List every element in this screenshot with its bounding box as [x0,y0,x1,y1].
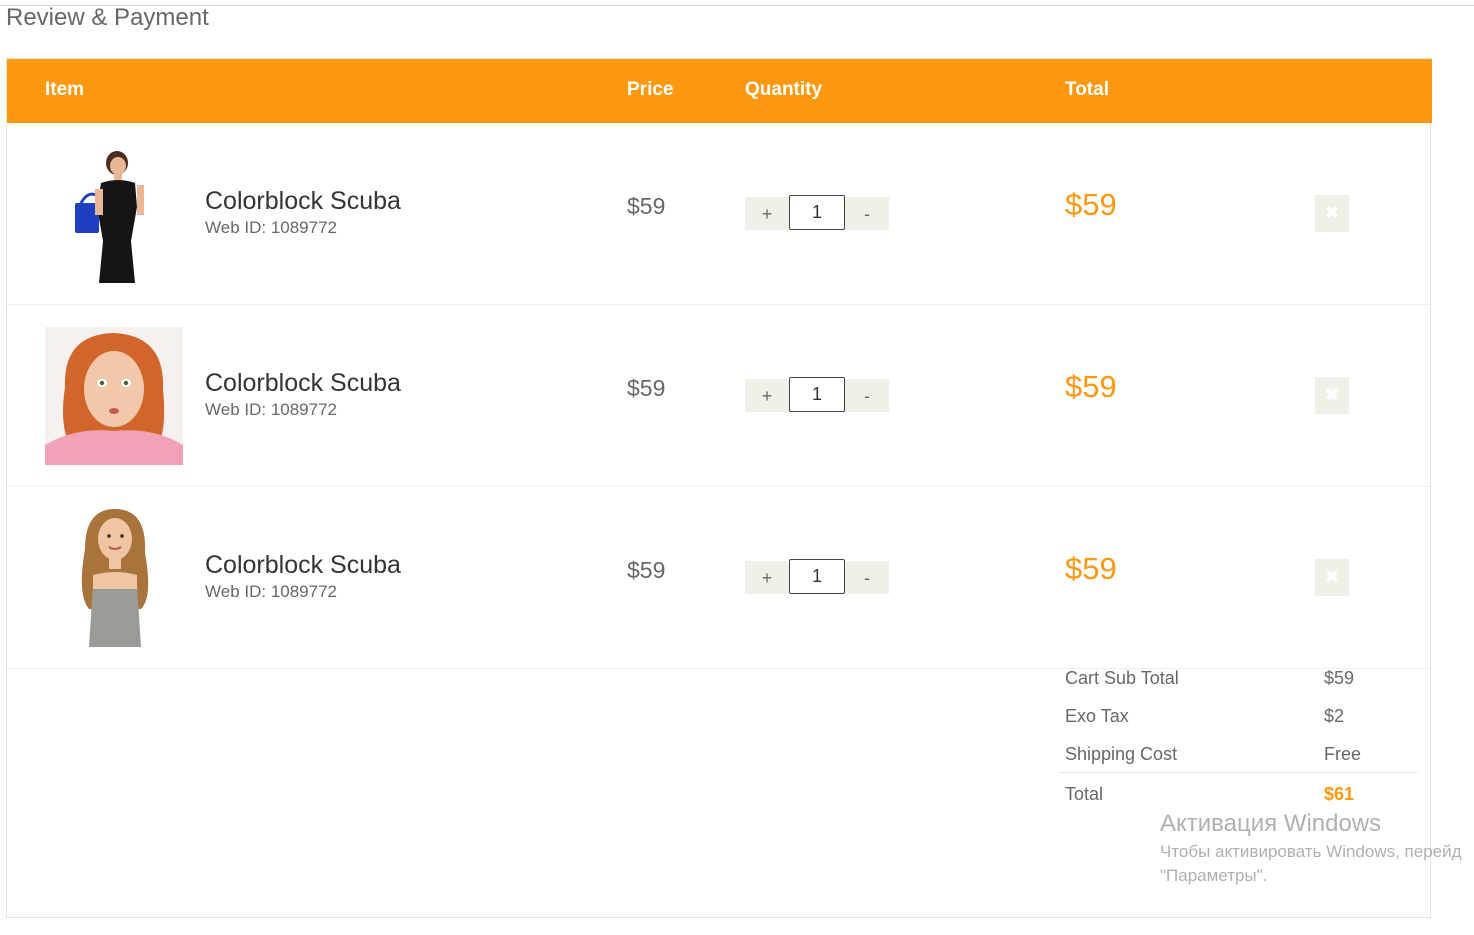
product-price: $59 [627,557,666,583]
header-item: Item [45,79,85,100]
subtotal-value: $59 [1324,668,1355,688]
cart-table: Item Price Quantity Total Colorblock Scu… [6,58,1432,918]
line-total: $59 [1065,187,1117,222]
shipping-value: Free [1324,744,1362,764]
top-divider [0,5,1474,6]
cart-header: Item Price Quantity Total [7,59,1432,123]
quantity-decrease-button[interactable]: - [845,561,889,594]
product-web-id: Web ID: 1089772 [205,582,337,601]
header-price: Price [627,79,674,100]
product-image[interactable] [45,327,183,465]
cart-row: Colorblock Scuba Web ID: 1089772 $59 + -… [7,305,1430,487]
cart-row: Colorblock Scuba Web ID: 1089772 $59 + -… [7,123,1430,305]
close-icon: ✖ [1325,386,1339,404]
product-name[interactable]: Colorblock Scuba [205,551,401,580]
product-price: $59 [627,193,666,219]
product-image[interactable] [45,509,183,647]
quantity-stepper: + - [745,195,890,230]
quantity-stepper: + - [745,559,890,594]
product-web-id: Web ID: 1089772 [205,218,337,237]
header-total: Total [1065,79,1109,100]
tax-label: Exo Tax [1065,706,1129,726]
close-icon: ✖ [1325,568,1339,586]
product-name[interactable]: Colorblock Scuba [205,369,401,398]
quantity-increase-button[interactable]: + [745,561,789,594]
quantity-increase-button[interactable]: + [745,197,789,230]
shipping-label: Shipping Cost [1065,744,1178,764]
quantity-stepper: + - [745,377,890,412]
product-web-id: Web ID: 1089772 [205,400,337,419]
header-quantity: Quantity [745,79,823,100]
tax-value: $2 [1324,706,1345,726]
total-label: Total [1065,784,1104,804]
product-price: $59 [627,375,666,401]
subtotal-label: Cart Sub Total [1065,668,1179,688]
remove-item-button[interactable]: ✖ [1315,377,1349,414]
quantity-input[interactable] [789,377,845,412]
close-icon: ✖ [1325,204,1339,222]
line-total: $59 [1065,369,1117,404]
quantity-input[interactable] [789,559,845,594]
cart-row: Colorblock Scuba Web ID: 1089772 $59 + -… [7,487,1430,669]
total-value: $61 [1324,784,1355,804]
page-title: Review & Payment [6,4,209,31]
remove-item-button[interactable]: ✖ [1315,559,1349,596]
line-total: $59 [1065,551,1117,586]
summary-divider [1058,772,1418,773]
product-image[interactable] [45,145,183,283]
quantity-decrease-button[interactable]: - [845,379,889,412]
quantity-increase-button[interactable]: + [745,379,789,412]
remove-item-button[interactable]: ✖ [1315,195,1349,232]
product-name[interactable]: Colorblock Scuba [205,187,401,216]
quantity-input[interactable] [789,195,845,230]
quantity-decrease-button[interactable]: - [845,197,889,230]
